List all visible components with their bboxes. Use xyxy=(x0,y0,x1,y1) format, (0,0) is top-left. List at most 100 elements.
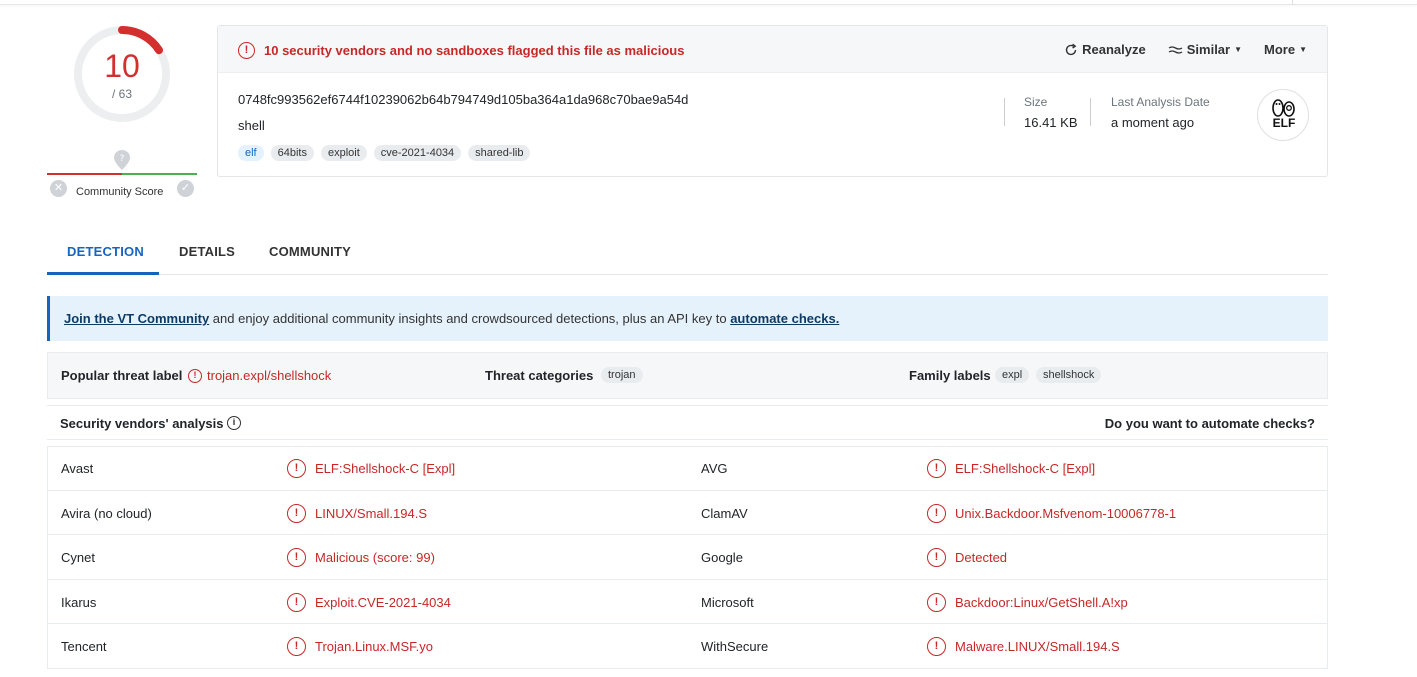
vote-malicious-icon[interactable]: ✕ xyxy=(50,180,67,197)
automate-checks-prompt[interactable]: Do you want to automate checks? xyxy=(1105,416,1315,431)
active-tab-indicator xyxy=(47,272,159,275)
file-tag[interactable]: 64bits xyxy=(270,145,314,161)
join-community-link[interactable]: Join the VT Community xyxy=(64,311,209,326)
popular-threat-value[interactable]: ! trojan.expl/shellshock xyxy=(188,368,331,383)
community-score-label: Community Score xyxy=(76,186,164,198)
vendor-result: ! LINUX/Small.194.S xyxy=(287,503,427,523)
popular-threat-text: trojan.expl/shellshock xyxy=(207,368,332,383)
automate-checks-link[interactable]: automate checks. xyxy=(730,311,839,326)
vendor-result: ! Malicious (score: 99) xyxy=(287,548,435,568)
vendor-result-text: Exploit.CVE-2021-4034 xyxy=(315,594,451,610)
alert-exclamation-icon: ! xyxy=(238,42,255,59)
card-actions: Reanalyze Similar ▼ More ▼ xyxy=(1064,42,1307,57)
vendor-name: Microsoft xyxy=(701,594,754,610)
last-analysis-value: a moment ago xyxy=(1111,115,1195,130)
vendor-result-text: Detected xyxy=(955,550,1008,566)
last-analysis-label: Last Analysis Date xyxy=(1111,95,1210,109)
file-tags: elf 64bits exploit cve-2021-4034 shared-… xyxy=(238,145,531,161)
malicious-alert: ! 10 security vendors and no sandboxes f… xyxy=(238,42,684,59)
svg-text:?: ? xyxy=(120,154,125,164)
vendor-result: ! Unix.Backdoor.Msfvenom-10006778-1 xyxy=(927,503,1176,523)
file-type-badge: ELF xyxy=(1257,89,1309,141)
vote-harmless-icon[interactable]: ✓ xyxy=(177,180,194,197)
tab-community[interactable]: COMMUNITY xyxy=(269,244,351,259)
vendor-name: Ikarus xyxy=(61,594,97,610)
vendor-result-text: Malicious (score: 99) xyxy=(315,550,435,566)
family-label-chip[interactable]: shellshock xyxy=(1036,367,1102,383)
banner-middle-text: and enjoy additional community insights … xyxy=(209,311,731,326)
vendor-result-text: ELF:Shellshock-C [Expl] xyxy=(315,461,456,476)
file-tag[interactable]: cve-2021-4034 xyxy=(373,145,462,161)
vendors-header: Security vendors' analysis i Do you want… xyxy=(47,405,1328,440)
malicious-icon: ! xyxy=(927,503,946,523)
vendor-result-text: Trojan.Linux.MSF.yo xyxy=(315,639,434,655)
vendor-result-text: Malware.LINUX/Small.194.S xyxy=(955,639,1120,655)
score-total: / 63 xyxy=(111,87,132,101)
popular-threat-label: Popular threat label xyxy=(61,368,183,383)
vendor-result: ! Backdoor:Linux/GetShell.A!xp xyxy=(927,592,1128,612)
vendor-result: ! Malware.LINUX/Small.194.S xyxy=(927,637,1120,657)
size-label: Size xyxy=(1024,95,1048,109)
malicious-icon: ! xyxy=(287,592,306,612)
threat-categories-label: Threat categories xyxy=(485,368,594,383)
refresh-icon xyxy=(1065,43,1077,55)
score-detections: 10 xyxy=(104,48,140,84)
vendor-name: Cynet xyxy=(61,550,95,566)
info-icon[interactable]: i xyxy=(227,416,241,430)
vendors-title: Security vendors' analysis xyxy=(60,416,224,431)
file-name: shell xyxy=(238,118,265,133)
table-row: Avast ! ELF:Shellshock-C [Expl] AVG ! ELF:… xyxy=(48,446,1327,491)
similar-button[interactable]: Similar ▼ xyxy=(1168,42,1242,57)
community-bar-positive xyxy=(122,173,197,175)
table-row: Avira (no cloud) ! LINUX/Small.194.S Clam… xyxy=(48,490,1327,536)
vendor-result: ! Exploit.CVE-2021-4034 xyxy=(287,592,451,612)
file-hash[interactable]: 0748fc993562ef6744f10239062b64b794749d10… xyxy=(238,92,688,107)
malicious-icon: ! xyxy=(287,548,306,568)
alert-text: 10 security vendors and no sandboxes fla… xyxy=(264,43,685,58)
vendor-name: Avast xyxy=(61,461,94,476)
file-tag[interactable]: elf xyxy=(238,145,264,161)
vendor-name: WithSecure xyxy=(701,639,769,655)
vendor-name: Google xyxy=(701,550,743,566)
file-type-label: ELF xyxy=(1272,116,1296,130)
community-score: ? ✕ Community Score ✓ xyxy=(47,148,197,200)
threat-exclamation-icon: ! xyxy=(188,368,202,383)
file-tag[interactable]: exploit xyxy=(320,145,367,161)
size-value: 16.41 KB xyxy=(1024,115,1078,130)
meta-divider xyxy=(1004,98,1005,126)
top-bar-divider xyxy=(1292,0,1293,5)
reanalyze-button[interactable]: Reanalyze xyxy=(1064,42,1146,57)
family-label-chip[interactable]: expl xyxy=(995,367,1030,383)
top-bar xyxy=(0,0,1417,5)
vendor-result: ! ELF:Shellshock-C [Expl] xyxy=(287,459,455,478)
table-row: Cynet ! Malicious (score: 99) Google ! Det… xyxy=(48,535,1327,580)
malicious-icon: ! xyxy=(927,592,946,612)
linux-penguin-icon xyxy=(1272,99,1295,117)
card-header: ! 10 security vendors and no sandboxes f… xyxy=(218,26,1327,73)
threat-category-chip[interactable]: trojan xyxy=(601,367,643,383)
community-bar-negative xyxy=(47,173,122,175)
tab-detection[interactable]: DETECTION xyxy=(67,244,144,259)
similar-label: Similar xyxy=(1186,42,1231,57)
vendor-result-text: LINUX/Small.194.S xyxy=(315,505,427,521)
similar-icon xyxy=(1168,45,1183,54)
vendor-name: AVG xyxy=(701,461,728,476)
more-button[interactable]: More ▼ xyxy=(1264,42,1307,57)
family-labels-label: Family labels xyxy=(909,368,991,383)
vendors-table: Avast ! ELF:Shellshock-C [Expl] AVG ! ELF:… xyxy=(47,446,1328,669)
tab-details[interactable]: DETAILS xyxy=(179,244,235,259)
community-banner: Join the VT Community and enjoy addition… xyxy=(47,296,1328,341)
file-tag[interactable]: shared-lib xyxy=(468,145,531,161)
more-label: More xyxy=(1264,42,1296,57)
reanalyze-label: Reanalyze xyxy=(1082,42,1146,57)
detection-score: 10 / 63 xyxy=(72,24,172,124)
vendor-name: Tencent xyxy=(61,639,107,655)
malicious-icon: ! xyxy=(287,503,306,523)
table-row: Ikarus ! Exploit.CVE-2021-4034 Microsoft … xyxy=(48,579,1327,625)
threat-summary: Popular threat label ! trojan.expl/shell… xyxy=(47,352,1328,399)
chevron-down-icon: ▼ xyxy=(1234,45,1243,54)
vendor-result-text: ELF:Shellshock-C [Expl] xyxy=(955,461,1096,476)
file-summary-card: ! 10 security vendors and no sandboxes f… xyxy=(217,25,1328,177)
meta-divider xyxy=(1090,98,1091,126)
vendor-result: ! ELF:Shellshock-C [Expl] xyxy=(927,459,1095,478)
